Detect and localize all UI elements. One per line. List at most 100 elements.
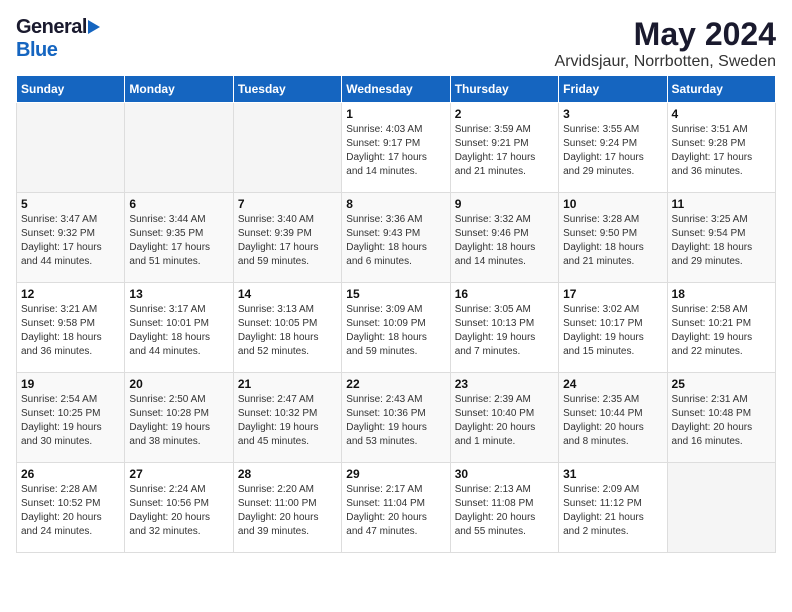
calendar-cell: 2Sunrise: 3:59 AM Sunset: 9:21 PM Daylig…	[450, 103, 558, 193]
day-number: 9	[455, 197, 554, 211]
day-number: 24	[563, 377, 662, 391]
day-header-friday: Friday	[559, 76, 667, 103]
day-number: 10	[563, 197, 662, 211]
day-number: 25	[672, 377, 771, 391]
day-header-wednesday: Wednesday	[342, 76, 450, 103]
day-number: 28	[238, 467, 337, 481]
day-number: 20	[129, 377, 228, 391]
calendar-cell: 30 Sunrise: 2:13 AM Sunset: 11:08 PM Dayl…	[450, 463, 558, 553]
day-number: 7	[238, 197, 337, 211]
day-number: 30	[455, 467, 554, 481]
calendar-cell: 29 Sunrise: 2:17 AM Sunset: 11:04 PM Dayl…	[342, 463, 450, 553]
day-info: Sunrise: 4:03 AM Sunset: 9:17 PM Dayligh…	[346, 123, 445, 179]
calendar-cell: 25Sunrise: 2:31 AM Sunset: 10:48 PM Dayl…	[667, 373, 775, 463]
day-info: Sunrise: 3:55 AM Sunset: 9:24 PM Dayligh…	[563, 123, 662, 179]
day-info: Sunrise: 2:54 AM Sunset: 10:25 PM Daylig…	[21, 393, 120, 449]
calendar-week-row: 19 Sunrise: 2:54 AM Sunset: 10:25 PM Dayl…	[17, 373, 776, 463]
day-number: 31	[563, 467, 662, 481]
day-info: Sunrise: 2:20 AM Sunset: 11:00 PM Daylig…	[238, 483, 337, 539]
calendar-week-row: 12 Sunrise: 3:21 AM Sunset: 9:58 PM Dayli…	[17, 283, 776, 373]
main-title: May 2024	[555, 16, 776, 53]
calendar-cell: 19 Sunrise: 2:54 AM Sunset: 10:25 PM Dayl…	[17, 373, 125, 463]
day-info: Sunrise: 3:21 AM Sunset: 9:58 PM Dayligh…	[21, 303, 120, 359]
day-number: 21	[238, 377, 337, 391]
calendar-cell: 7 Sunrise: 3:40 AM Sunset: 9:39 PM Daylig…	[233, 193, 341, 283]
calendar-cell: 15 Sunrise: 3:09 AM Sunset: 10:09 PM Dayl…	[342, 283, 450, 373]
day-info: Sunrise: 3:47 AM Sunset: 9:32 PM Dayligh…	[21, 213, 120, 269]
calendar-cell: 26 Sunrise: 2:28 AM Sunset: 10:52 PM Dayl…	[17, 463, 125, 553]
calendar-cell: 3 Sunrise: 3:55 AM Sunset: 9:24 PM Daylig…	[559, 103, 667, 193]
day-info: Sunrise: 3:09 AM Sunset: 10:09 PM Daylig…	[346, 303, 445, 359]
calendar-cell: 9Sunrise: 3:32 AM Sunset: 9:46 PM Daylig…	[450, 193, 558, 283]
day-info: Sunrise: 3:44 AM Sunset: 9:35 PM Dayligh…	[129, 213, 228, 269]
day-number: 18	[672, 287, 771, 301]
day-number: 5	[21, 197, 120, 211]
day-info: Sunrise: 3:28 AM Sunset: 9:50 PM Dayligh…	[563, 213, 662, 269]
calendar-week-row: 5 Sunrise: 3:47 AM Sunset: 9:32 PM Daylig…	[17, 193, 776, 283]
day-info: Sunrise: 2:17 AM Sunset: 11:04 PM Daylig…	[346, 483, 445, 539]
day-number: 29	[346, 467, 445, 481]
calendar-cell: 12 Sunrise: 3:21 AM Sunset: 9:58 PM Dayli…	[17, 283, 125, 373]
calendar-cell: 31 Sunrise: 2:09 AM Sunset: 11:12 PM Dayl…	[559, 463, 667, 553]
day-header-saturday: Saturday	[667, 76, 775, 103]
calendar-cell: 10 Sunrise: 3:28 AM Sunset: 9:50 PM Dayli…	[559, 193, 667, 283]
calendar-cell: 14 Sunrise: 3:13 AM Sunset: 10:05 PM Dayl…	[233, 283, 341, 373]
day-number: 2	[455, 107, 554, 121]
calendar-header-row: SundayMondayTuesdayWednesdayThursdayFrid…	[17, 76, 776, 103]
day-number: 27	[129, 467, 228, 481]
day-info: Sunrise: 2:13 AM Sunset: 11:08 PM Daylig…	[455, 483, 554, 539]
day-info: Sunrise: 3:36 AM Sunset: 9:43 PM Dayligh…	[346, 213, 445, 269]
calendar-cell: 17 Sunrise: 3:02 AM Sunset: 10:17 PM Dayl…	[559, 283, 667, 373]
calendar-cell: 27Sunrise: 2:24 AM Sunset: 10:56 PM Dayl…	[125, 463, 233, 553]
day-info: Sunrise: 2:39 AM Sunset: 10:40 PM Daylig…	[455, 393, 554, 449]
logo-general: General	[16, 16, 87, 39]
day-number: 12	[21, 287, 120, 301]
day-info: Sunrise: 2:50 AM Sunset: 10:28 PM Daylig…	[129, 393, 228, 449]
day-info: Sunrise: 3:13 AM Sunset: 10:05 PM Daylig…	[238, 303, 337, 359]
calendar-cell	[17, 103, 125, 193]
subtitle: Arvidsjaur, Norrbotten, Sweden	[555, 53, 776, 71]
day-info: Sunrise: 2:47 AM Sunset: 10:32 PM Daylig…	[238, 393, 337, 449]
day-info: Sunrise: 3:17 AM Sunset: 10:01 PM Daylig…	[129, 303, 228, 359]
calendar-cell: 22Sunrise: 2:43 AM Sunset: 10:36 PM Dayl…	[342, 373, 450, 463]
calendar-cell: 8 Sunrise: 3:36 AM Sunset: 9:43 PM Daylig…	[342, 193, 450, 283]
day-number: 17	[563, 287, 662, 301]
calendar-cell: 5 Sunrise: 3:47 AM Sunset: 9:32 PM Daylig…	[17, 193, 125, 283]
day-number: 19	[21, 377, 120, 391]
day-number: 1	[346, 107, 445, 121]
calendar-cell: 21 Sunrise: 2:47 AM Sunset: 10:32 PM Dayl…	[233, 373, 341, 463]
calendar-cell: 28 Sunrise: 2:20 AM Sunset: 11:00 PM Dayl…	[233, 463, 341, 553]
day-number: 6	[129, 197, 228, 211]
calendar-cell: 6 Sunrise: 3:44 AM Sunset: 9:35 PM Daylig…	[125, 193, 233, 283]
day-number: 11	[672, 197, 771, 211]
day-info: Sunrise: 2:58 AM Sunset: 10:21 PM Daylig…	[672, 303, 771, 359]
day-info: Sunrise: 2:28 AM Sunset: 10:52 PM Daylig…	[21, 483, 120, 539]
day-info: Sunrise: 2:09 AM Sunset: 11:12 PM Daylig…	[563, 483, 662, 539]
day-number: 26	[21, 467, 120, 481]
calendar-cell: 23 Sunrise: 2:39 AM Sunset: 10:40 PM Dayl…	[450, 373, 558, 463]
calendar-cell	[667, 463, 775, 553]
day-info: Sunrise: 3:51 AM Sunset: 9:28 PM Dayligh…	[672, 123, 771, 179]
calendar-cell: 18 Sunrise: 2:58 AM Sunset: 10:21 PM Dayl…	[667, 283, 775, 373]
day-number: 4	[672, 107, 771, 121]
calendar-week-row: 1 Sunrise: 4:03 AM Sunset: 9:17 PM Daylig…	[17, 103, 776, 193]
calendar-cell: 20 Sunrise: 2:50 AM Sunset: 10:28 PM Dayl…	[125, 373, 233, 463]
day-number: 14	[238, 287, 337, 301]
day-number: 8	[346, 197, 445, 211]
calendar-cell: 1 Sunrise: 4:03 AM Sunset: 9:17 PM Daylig…	[342, 103, 450, 193]
day-info: Sunrise: 3:40 AM Sunset: 9:39 PM Dayligh…	[238, 213, 337, 269]
calendar-cell	[125, 103, 233, 193]
logo-triangle-icon	[88, 20, 100, 34]
title-section: May 2024 Arvidsjaur, Norrbotten, Sweden	[555, 16, 776, 71]
calendar-cell: 4 Sunrise: 3:51 AM Sunset: 9:28 PM Daylig…	[667, 103, 775, 193]
day-number: 15	[346, 287, 445, 301]
day-info: Sunrise: 2:35 AM Sunset: 10:44 PM Daylig…	[563, 393, 662, 449]
calendar-cell: 13 Sunrise: 3:17 AM Sunset: 10:01 PM Dayl…	[125, 283, 233, 373]
day-info: Sunrise: 3:02 AM Sunset: 10:17 PM Daylig…	[563, 303, 662, 359]
day-header-tuesday: Tuesday	[233, 76, 341, 103]
day-number: 3	[563, 107, 662, 121]
day-number: 23	[455, 377, 554, 391]
day-number: 13	[129, 287, 228, 301]
day-number: 22	[346, 377, 445, 391]
calendar-week-row: 26 Sunrise: 2:28 AM Sunset: 10:52 PM Dayl…	[17, 463, 776, 553]
